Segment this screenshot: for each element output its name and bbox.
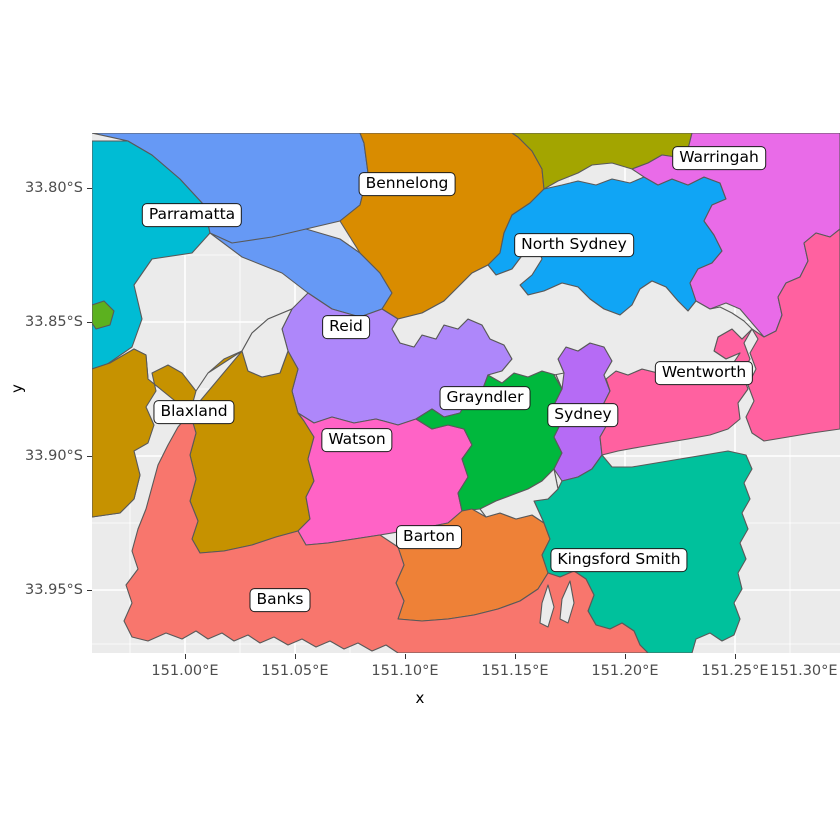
x-tick-mark-0 [185,654,186,659]
x-tick-mark-2 [405,654,406,659]
x-tick-label-5: 151.25°E [701,663,769,679]
region-label-kingsford-smith[interactable]: Kingsford Smith [550,548,688,572]
region-label-barton[interactable]: Barton [396,525,462,549]
y-tick-mark-1 [87,322,92,323]
x-tick-mark-3 [515,654,516,659]
x-tick-label-4: 151.20°E [591,663,659,679]
y-tick-mark-2 [87,456,92,457]
plot-root: Parramatta Bennelong Warringah North Syd… [0,0,840,840]
y-tick-mark-3 [87,590,92,591]
region-label-wentworth[interactable]: Wentworth [654,361,754,385]
y-tick-label-2: 33.90°S [25,447,83,464]
region-label-north-sydney[interactable]: North Sydney [514,233,634,257]
y-tick-mark-0 [87,188,92,189]
x-tick-label-0: 151.00°E [151,663,219,679]
y-tick-label-3: 33.95°S [25,581,83,598]
region-label-reid[interactable]: Reid [322,315,370,339]
region-label-banks[interactable]: Banks [249,588,311,612]
x-tick-mark-4 [625,654,626,659]
x-tick-label-6: 151.30°E [770,663,838,679]
region-label-warringah[interactable]: Warringah [672,146,766,170]
y-tick-label-1: 33.85°S [25,313,83,330]
y-axis-title: y [8,384,26,393]
region-label-watson[interactable]: Watson [321,428,393,452]
region-blaxland[interactable] [92,348,315,554]
x-tick-label-3: 151.15°E [481,663,549,679]
x-tick-mark-5 [735,654,736,659]
x-tick-label-1: 151.05°E [261,663,329,679]
region-label-sydney[interactable]: Sydney [547,403,619,427]
region-label-parramatta[interactable]: Parramatta [141,203,243,227]
x-axis-title: x [415,689,425,707]
y-tick-label-0: 33.80°S [25,179,83,196]
region-label-grayndler[interactable]: Grayndler [439,386,531,410]
x-tick-label-2: 151.10°E [371,663,439,679]
region-label-bennelong[interactable]: Bennelong [358,172,456,196]
x-tick-mark-1 [295,654,296,659]
region-label-blaxland[interactable]: Blaxland [153,400,235,424]
